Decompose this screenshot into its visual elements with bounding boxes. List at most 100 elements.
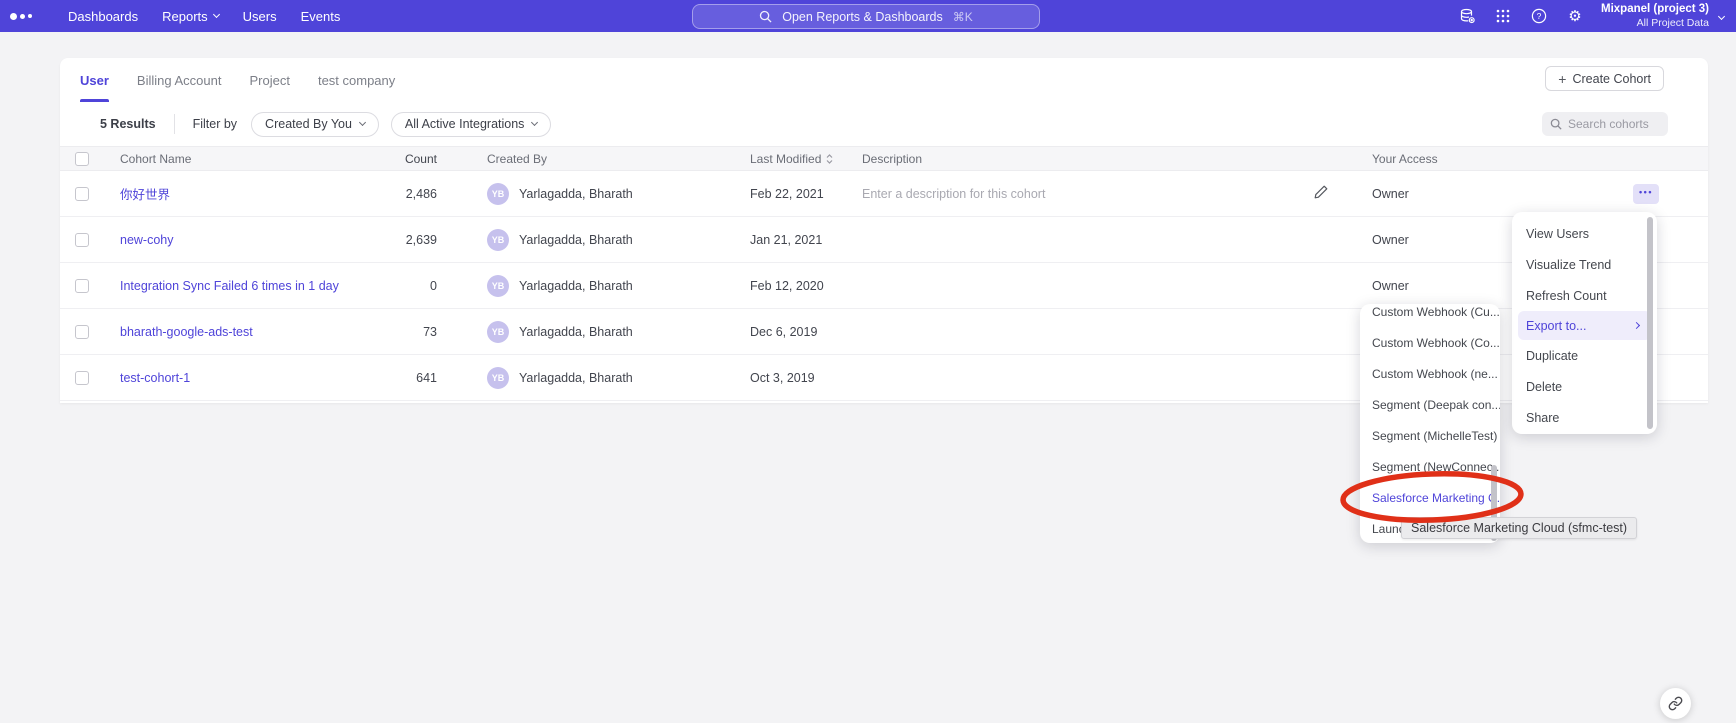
integration-tooltip: Salesforce Marketing Cloud (sfmc-test) (1401, 517, 1637, 539)
submenu-item-label: Segment (Deepak con... (1372, 398, 1500, 412)
nav-events[interactable]: Events (301, 9, 341, 24)
menu-refresh-count[interactable]: Refresh Count (1512, 280, 1657, 311)
data-management-icon[interactable] (1449, 8, 1485, 25)
tooltip-text: Salesforce Marketing Cloud (sfmc-test) (1411, 521, 1627, 535)
project-scope: All Project Data (1601, 17, 1709, 30)
nav-dashboards[interactable]: Dashboards (68, 9, 138, 24)
avatar: YB (487, 229, 509, 251)
link-icon (1668, 696, 1683, 711)
submenu-segment-3[interactable]: Segment (NewConnec... (1360, 451, 1500, 482)
menu-export-to[interactable]: Export to... (1518, 311, 1651, 340)
chevron-down-icon (213, 11, 220, 18)
cohort-name-link[interactable]: new-cohy (120, 233, 380, 247)
create-cohort-button[interactable]: + Create Cohort (1545, 66, 1664, 91)
cohort-count: 641 (416, 371, 437, 385)
export-submenu: Custom Webhook (Cu... Custom Webhook (Co… (1360, 304, 1500, 543)
search-icon (1550, 118, 1562, 130)
search-icon (759, 10, 772, 23)
row-checkbox[interactable] (75, 325, 89, 339)
top-navbar: Dashboards Reports Users Events Open Rep… (0, 0, 1736, 32)
row-checkbox[interactable] (75, 187, 89, 201)
chevron-right-icon (1633, 322, 1640, 329)
menu-share-label: Share (1526, 411, 1559, 425)
settings-gear-icon[interactable]: ⚙ (1557, 9, 1593, 24)
help-icon[interactable]: ? (1521, 8, 1557, 24)
description-placeholder[interactable]: Enter a description for this cohort (862, 187, 1045, 201)
menu-visualize-trend[interactable]: Visualize Trend (1512, 249, 1657, 280)
last-modified-date: Oct 3, 2019 (750, 371, 862, 385)
menu-visualize-trend-label: Visualize Trend (1526, 258, 1611, 272)
col-count: Count (405, 152, 437, 166)
project-chevron-down-icon[interactable] (1718, 12, 1725, 19)
last-modified-date: Jan 21, 2021 (750, 233, 862, 247)
last-modified-date: Feb 12, 2020 (750, 279, 862, 293)
cohort-name-link[interactable]: Integration Sync Failed 6 times in 1 day (120, 279, 380, 293)
submenu-segment-2[interactable]: Segment (MichelleTest) (1360, 420, 1500, 451)
avatar: YB (487, 183, 509, 205)
filter-by-label: Filter by (193, 117, 237, 131)
submenu-custom-webhook-1[interactable]: Custom Webhook (Cu... (1360, 304, 1500, 327)
cohort-name-link[interactable]: 你好世界 (120, 184, 380, 203)
col-last-modified[interactable]: Last Modified (750, 152, 862, 166)
avatar: YB (487, 321, 509, 343)
tabs-row: User Billing Account Project test compan… (60, 58, 1708, 102)
cohort-search-box[interactable] (1542, 112, 1668, 136)
tab-project-label: Project (249, 73, 289, 88)
project-switcher[interactable]: Mixpanel (project 3) All Project Data (1601, 3, 1709, 29)
tab-user-label: User (80, 73, 109, 88)
table-row: 你好世界 2,486 YB Yarlagadda, Bharath Feb 22… (60, 171, 1708, 217)
nav-reports[interactable]: Reports (162, 9, 219, 24)
chevron-down-icon (531, 119, 538, 126)
cohort-search-input[interactable] (1568, 117, 1658, 131)
tab-user[interactable]: User (80, 58, 109, 102)
results-count: 5 Results (100, 117, 156, 131)
created-by-name: Yarlagadda, Bharath (519, 279, 633, 293)
nav-users-label: Users (243, 9, 277, 24)
created-by-name: Yarlagadda, Bharath (519, 187, 633, 201)
table-row: Integration Sync Failed 6 times in 1 day… (60, 263, 1708, 309)
edit-pencil-icon[interactable] (1313, 184, 1329, 203)
submenu-segment-1[interactable]: Segment (Deepak con... (1360, 389, 1500, 420)
access-value: Owner (1372, 187, 1633, 201)
search-shortcut: ⌘K (953, 10, 973, 24)
created-by-filter[interactable]: Created By You (251, 112, 379, 137)
col-description: Description (862, 152, 1372, 166)
menu-scrollbar[interactable] (1647, 217, 1653, 429)
menu-view-users[interactable]: View Users (1512, 218, 1657, 249)
filter-row: 5 Results Filter by Created By You All A… (60, 102, 1708, 146)
sort-icon (826, 154, 833, 164)
col-cohort-name: Cohort Name (120, 152, 380, 166)
table-header: Cohort Name Count Created By Last Modifi… (60, 146, 1708, 171)
share-link-button[interactable] (1660, 688, 1691, 719)
ellipsis-icon: ••• (1639, 187, 1653, 197)
cohort-name-link[interactable]: test-cohort-1 (120, 371, 380, 385)
menu-share[interactable]: Share (1512, 402, 1657, 433)
tab-test-company[interactable]: test company (318, 58, 395, 102)
submenu-custom-webhook-3[interactable]: Custom Webhook (ne... (1360, 358, 1500, 389)
table-row: new-cohy 2,639 YB Yarlagadda, Bharath Ja… (60, 217, 1708, 263)
plus-icon: + (1558, 71, 1566, 87)
submenu-item-label: Custom Webhook (Co... (1372, 336, 1500, 350)
last-modified-date: Feb 22, 2021 (750, 187, 862, 201)
apps-grid-icon[interactable] (1485, 9, 1521, 23)
menu-delete[interactable]: Delete (1512, 371, 1657, 402)
integrations-filter-label: All Active Integrations (405, 117, 525, 131)
menu-duplicate[interactable]: Duplicate (1512, 340, 1657, 371)
row-more-button[interactable]: ••• (1633, 184, 1659, 204)
tab-billing-account[interactable]: Billing Account (137, 58, 222, 102)
integrations-filter[interactable]: All Active Integrations (391, 112, 552, 137)
global-search-bar[interactable]: Open Reports & Dashboards ⌘K (692, 4, 1040, 29)
row-checkbox[interactable] (75, 371, 89, 385)
mixpanel-logo-icon[interactable] (10, 13, 44, 20)
cohort-name-link[interactable]: bharath-google-ads-test (120, 325, 380, 339)
row-checkbox[interactable] (75, 279, 89, 293)
nav-users[interactable]: Users (243, 9, 277, 24)
tab-project[interactable]: Project (249, 58, 289, 102)
submenu-salesforce-marketing[interactable]: Salesforce Marketing C... (1360, 482, 1500, 513)
row-checkbox[interactable] (75, 233, 89, 247)
submenu-custom-webhook-2[interactable]: Custom Webhook (Co... (1360, 327, 1500, 358)
cohort-count: 2,486 (406, 187, 437, 201)
nav-reports-label: Reports (162, 9, 208, 24)
select-all-checkbox[interactable] (75, 152, 89, 166)
created-by-name: Yarlagadda, Bharath (519, 371, 633, 385)
